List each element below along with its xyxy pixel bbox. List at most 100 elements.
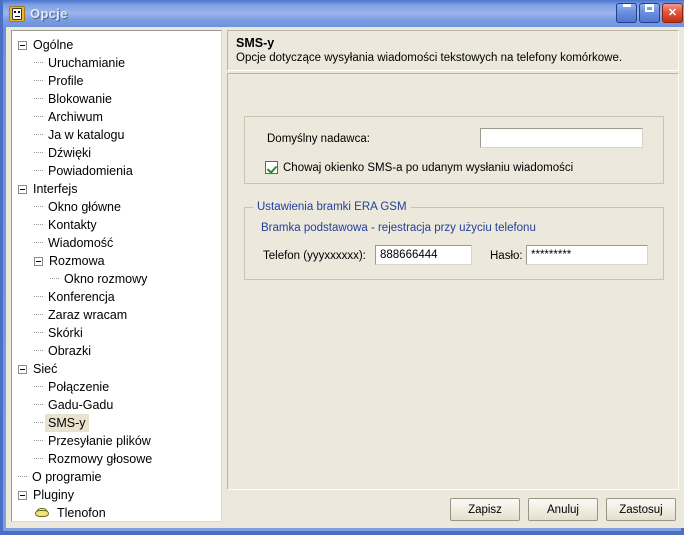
settings-content: SMS-y Opcje dotyczące wysyłania wiadomoś…	[227, 30, 679, 490]
tree-connector	[34, 206, 43, 208]
tree-collapse-icon[interactable]	[18, 184, 27, 194]
options-dialog: Opcje ✕ Ogólne Uruchamianie Profile Blokowa…	[0, 0, 684, 535]
save-button[interactable]: Zapisz	[450, 498, 520, 521]
dialog-buttons: Zapisz Anuluj Zastosuj	[450, 498, 676, 521]
tree-item-ja-w-katalogu[interactable]: Ja w katalogu	[12, 126, 221, 144]
cancel-button[interactable]: Anuluj	[528, 498, 598, 521]
tree-item-gadu-gadu[interactable]: Gadu-Gadu	[12, 396, 221, 414]
tree-collapse-icon[interactable]	[18, 40, 27, 50]
title-bar: Opcje ✕	[3, 0, 684, 27]
tree-connector	[34, 314, 43, 316]
tree-connector	[34, 350, 43, 352]
password-label: Hasło:	[490, 250, 523, 262]
tree-connector	[34, 404, 43, 406]
page-title: SMS-y	[236, 36, 275, 50]
tree-connector	[34, 224, 43, 226]
tree-item-label: Sieć	[33, 362, 58, 376]
tree-item-okno-rozmowy[interactable]: Okno rozmowy	[12, 270, 221, 288]
settings-tree: Ogólne Uruchamianie Profile Blokowanie Archi…	[12, 31, 221, 521]
tree-collapse-icon[interactable]	[18, 364, 27, 374]
default-sender-input[interactable]	[480, 128, 643, 148]
tree-connector	[34, 116, 43, 118]
tree-connector	[34, 296, 43, 298]
tree-item-powiadomienia[interactable]: Powiadomienia	[12, 162, 221, 180]
tree-item-profile[interactable]: Profile	[12, 72, 221, 90]
tree-connector	[34, 242, 43, 244]
tree-collapse-icon[interactable]	[34, 256, 43, 266]
tree-connector	[34, 422, 43, 424]
maximize-button[interactable]	[639, 3, 660, 23]
close-button[interactable]: ✕	[662, 3, 683, 23]
tree-item-label: Archiwum	[48, 110, 103, 124]
tree-item-label: Zaraz wracam	[48, 308, 128, 322]
tree-item-sie[interactable]: Sieć	[12, 360, 221, 378]
tree-item-okno-g-wne[interactable]: Okno główne	[12, 198, 221, 216]
tree-connector	[34, 332, 43, 334]
tree-item-label: Uruchamianie	[48, 56, 126, 70]
tree-connector	[34, 386, 43, 388]
apply-button[interactable]: Zastosuj	[606, 498, 676, 521]
hide-sms-window-checkbox[interactable]	[265, 161, 278, 174]
tree-collapse-icon[interactable]	[18, 490, 27, 500]
page-subtitle: Opcje dotyczące wysyłania wiadomości tek…	[236, 52, 623, 64]
window-title: Opcje	[30, 6, 68, 21]
tree-connector	[18, 476, 27, 478]
tree-item-label: Tlenofon	[57, 506, 106, 520]
tree-item-pluginy[interactable]: Pluginy	[12, 486, 221, 504]
tree-connector	[34, 458, 43, 460]
tree-item-interfejs[interactable]: Interfejs	[12, 180, 221, 198]
tree-item-label: Wiadomość	[48, 236, 114, 250]
tree-connector	[34, 80, 43, 82]
tree-item-sms-y[interactable]: SMS-y	[12, 414, 221, 432]
tree-item-label: Interfejs	[33, 182, 78, 196]
window-controls: ✕	[616, 3, 683, 23]
hide-sms-window-label: Chowaj okienko SMS-a po udanym wysłaniu …	[283, 161, 574, 174]
hide-sms-window-row[interactable]: Chowaj okienko SMS-a po udanym wysłaniu …	[265, 161, 573, 174]
tree-item-zaraz-wracam[interactable]: Zaraz wracam	[12, 306, 221, 324]
tree-item-o-programie[interactable]: O programie	[12, 468, 221, 486]
tree-item-przesy-anie-plik-w[interactable]: Przesyłanie plików	[12, 432, 221, 450]
era-gsm-gateway-group: Ustawienia bramki ERA GSM Bramka podstaw…	[244, 201, 664, 280]
tree-item-rozmowa[interactable]: Rozmowa	[12, 252, 221, 270]
tree-connector	[34, 134, 43, 136]
tree-item-label: Blokowanie	[48, 92, 112, 106]
tree-item-d-wi-ki[interactable]: Dźwięki	[12, 144, 221, 162]
tree-item-blokowanie[interactable]: Blokowanie	[12, 90, 221, 108]
phone-input[interactable]	[375, 245, 472, 265]
tree-connector	[34, 170, 43, 172]
minimize-icon	[617, 4, 636, 7]
tree-item-kontakty[interactable]: Kontakty	[12, 216, 221, 234]
maximize-icon	[640, 4, 659, 12]
tree-connector	[34, 440, 43, 442]
tree-item-label: Okno rozmowy	[64, 272, 148, 286]
tree-item-og-lne[interactable]: Ogólne	[12, 36, 221, 54]
tree-item-sk-rki[interactable]: Skórki	[12, 324, 221, 342]
phone-label: Telefon (yyyxxxxxx):	[263, 250, 366, 262]
tree-item-archiwum[interactable]: Archiwum	[12, 108, 221, 126]
tree-item-label: Połączenie	[48, 380, 110, 394]
tree-item-rozmowy-g-osowe[interactable]: Rozmowy głosowe	[12, 450, 221, 468]
phone-icon	[34, 507, 50, 520]
app-face-icon	[9, 5, 25, 22]
tree-item-wiadomo[interactable]: Wiadomość	[12, 234, 221, 252]
tree-item-label: Profile	[48, 74, 84, 88]
close-icon: ✕	[667, 7, 678, 19]
tree-item-tlenofon[interactable]: Tlenofon	[12, 504, 221, 521]
tree-item-uruchamianie[interactable]: Uruchamianie	[12, 54, 221, 72]
tree-item-label: O programie	[32, 470, 102, 484]
password-input[interactable]	[526, 245, 648, 265]
gateway-subcaption: Bramka podstawowa - rejestracja przy uży…	[261, 222, 536, 234]
minimize-button[interactable]	[616, 3, 637, 23]
tree-item-label: Konferencja	[48, 290, 115, 304]
tree-connector	[34, 98, 43, 100]
dialog-client-area: Ogólne Uruchamianie Profile Blokowanie Archi…	[6, 27, 684, 528]
tree-item-label: Pluginy	[33, 488, 74, 502]
tree-item-konferencja[interactable]: Konferencja	[12, 288, 221, 306]
settings-tree-panel[interactable]: Ogólne Uruchamianie Profile Blokowanie Archi…	[11, 30, 222, 522]
tree-item-po-czenie[interactable]: Połączenie	[12, 378, 221, 396]
tree-item-label: SMS-y	[45, 414, 89, 432]
tree-item-label: Rozmowy głosowe	[48, 452, 153, 466]
tree-item-obrazki[interactable]: Obrazki	[12, 342, 221, 360]
settings-panel-body: Domyślny nadawca: Chowaj okienko SMS-a p…	[227, 73, 679, 490]
default-sender-label: Domyślny nadawca:	[267, 133, 370, 145]
